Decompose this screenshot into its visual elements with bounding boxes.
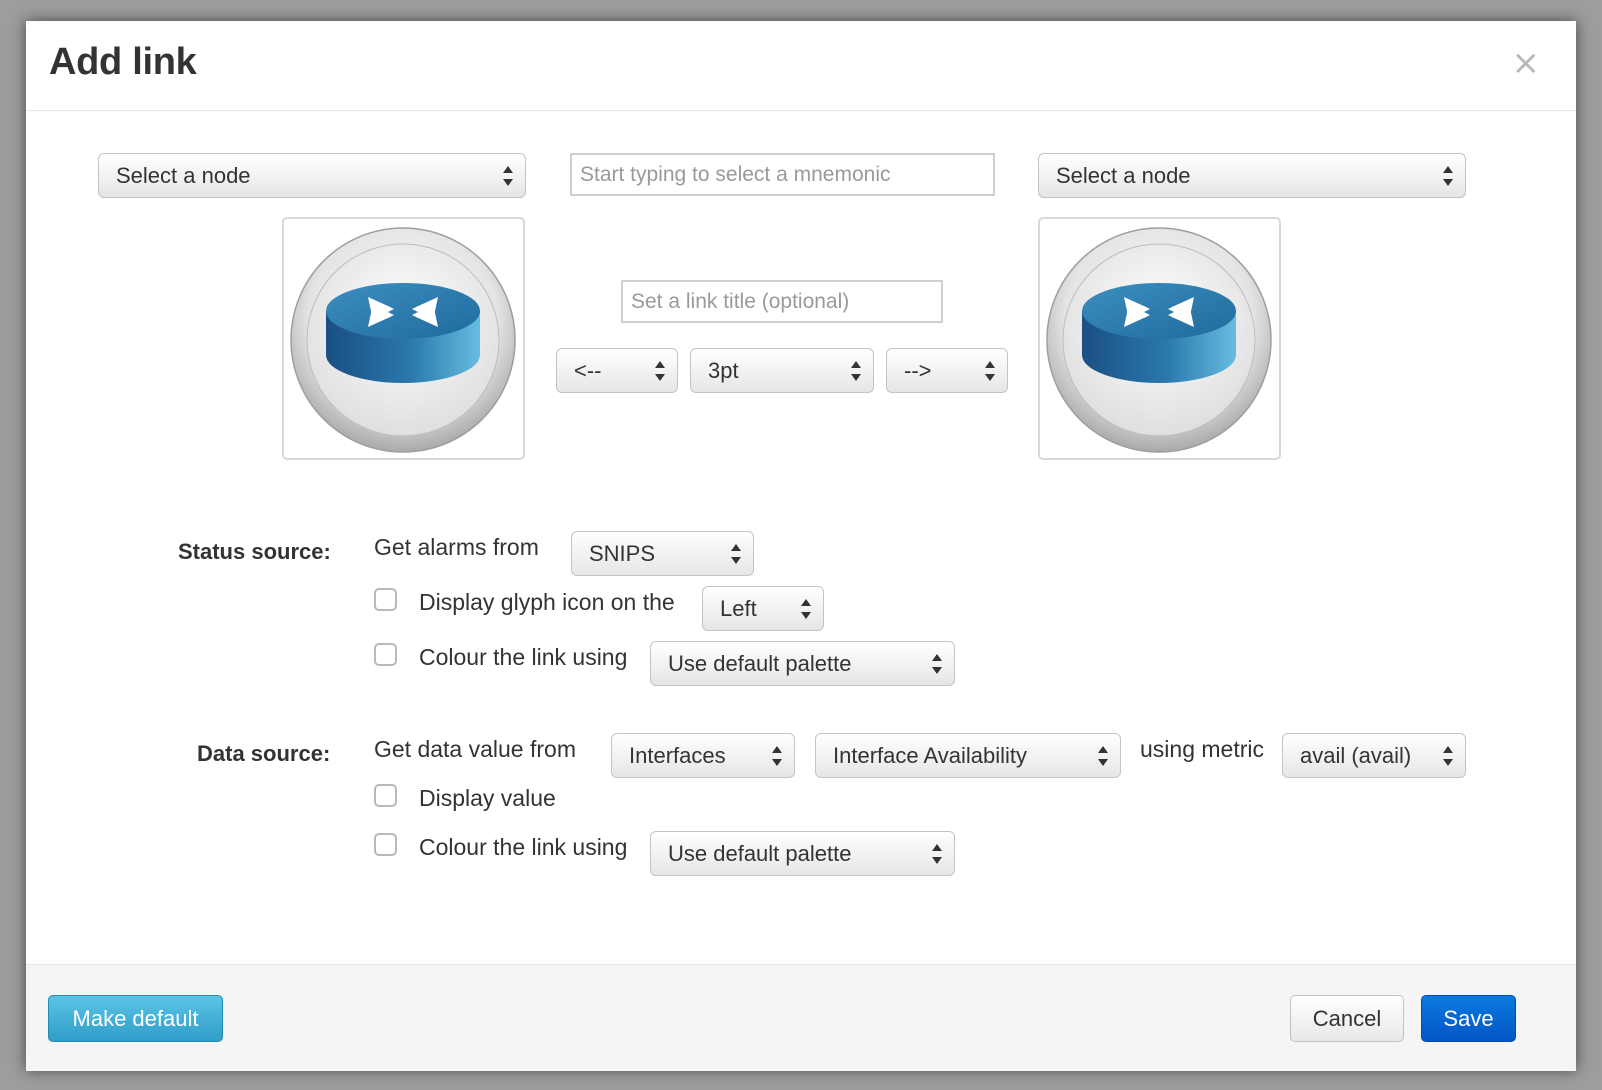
save-button[interactable]: Save (1421, 995, 1516, 1042)
right-node-select-value: Select a node (1056, 163, 1191, 188)
get-data-text: Get data value from (374, 736, 576, 762)
display-value-checkbox[interactable] (374, 784, 397, 807)
select-arrows-icon (772, 746, 782, 766)
data-colour-checkbox[interactable] (374, 833, 397, 856)
get-alarms-text: Get alarms from (374, 534, 539, 560)
dialog-title: Add link (49, 41, 197, 83)
data-source-select[interactable]: Interfaces (611, 733, 795, 778)
cancel-button[interactable]: Cancel (1290, 995, 1404, 1042)
glyph-side-select[interactable]: Left (702, 586, 824, 631)
right-node-select[interactable]: Select a node (1038, 153, 1466, 198)
link-width-select[interactable]: 3pt (690, 348, 874, 393)
dialog-footer: Make default Cancel Save (26, 964, 1576, 1071)
using-metric-text: using metric (1140, 736, 1264, 762)
select-arrows-icon (503, 166, 513, 186)
data-palette-select-value: Use default palette (668, 841, 852, 866)
left-node-select[interactable]: Select a node (98, 153, 526, 198)
select-arrows-icon (851, 361, 861, 381)
left-arrow-select-value: <-- (574, 358, 602, 383)
select-arrows-icon (1443, 166, 1453, 186)
data-source-label: Data source: (197, 741, 331, 766)
router-icon (1046, 227, 1272, 453)
select-arrows-icon (801, 599, 811, 619)
select-arrows-icon (731, 544, 741, 564)
select-arrows-icon (985, 361, 995, 381)
data-palette-select[interactable]: Use default palette (650, 831, 955, 876)
display-glyph-checkbox[interactable] (374, 588, 397, 611)
status-palette-select[interactable]: Use default palette (650, 641, 955, 686)
link-title-input[interactable] (621, 280, 943, 323)
alarm-source-select[interactable]: SNIPS (571, 531, 754, 576)
router-icon (290, 227, 516, 453)
close-icon[interactable]: × (1512, 46, 1541, 80)
alarm-source-select-value: SNIPS (589, 541, 656, 566)
data-item-select-value: Interface Availability (833, 743, 1028, 768)
metric-select-value: avail (avail) (1300, 743, 1412, 768)
data-colour-text: Colour the link using (419, 834, 628, 860)
select-arrows-icon (932, 654, 942, 674)
status-palette-select-value: Use default palette (668, 651, 852, 676)
select-arrows-icon (1098, 746, 1108, 766)
select-arrows-icon (1443, 746, 1453, 766)
mnemonic-input[interactable] (570, 153, 995, 196)
right-node-image (1038, 217, 1281, 460)
right-arrow-select-value: --> (904, 358, 932, 383)
status-colour-text: Colour the link using (419, 644, 628, 670)
left-node-select-value: Select a node (116, 163, 251, 188)
glyph-side-select-value: Left (720, 596, 757, 621)
link-width-select-value: 3pt (708, 358, 739, 383)
display-glyph-text: Display glyph icon on the (419, 589, 675, 615)
select-arrows-icon (655, 361, 665, 381)
add-link-dialog: Add link × Select a node Select a node (26, 21, 1576, 1071)
data-source-select-value: Interfaces (629, 743, 726, 768)
make-default-button[interactable]: Make default (48, 995, 223, 1042)
status-colour-checkbox[interactable] (374, 643, 397, 666)
metric-select[interactable]: avail (avail) (1282, 733, 1466, 778)
display-value-text: Display value (419, 785, 556, 811)
select-arrows-icon (932, 844, 942, 864)
left-node-image (282, 217, 525, 460)
dialog-header: Add link × (26, 21, 1576, 111)
left-arrow-select[interactable]: <-- (556, 348, 678, 393)
right-arrow-select[interactable]: --> (886, 348, 1008, 393)
data-item-select[interactable]: Interface Availability (815, 733, 1121, 778)
status-source-label: Status source: (178, 539, 331, 564)
